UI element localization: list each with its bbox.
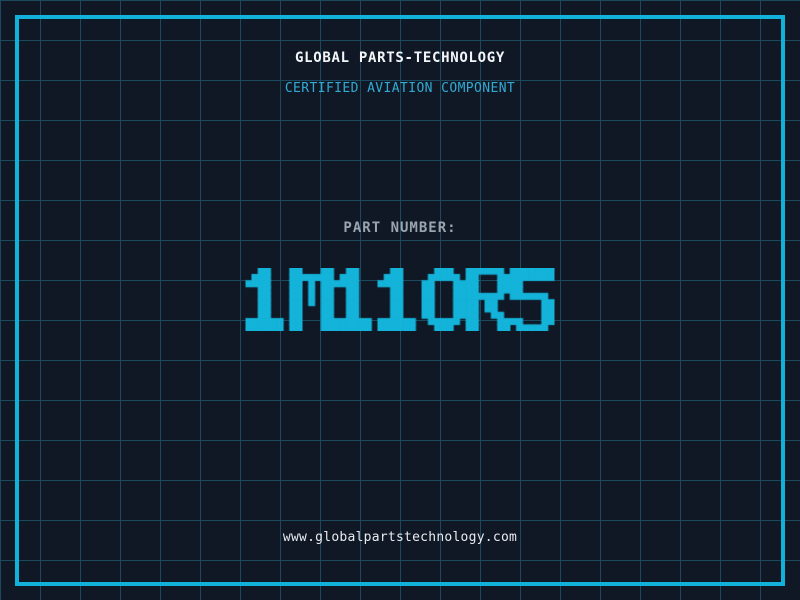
blueprint-background: GLOBAL PARTS-TECHNOLOGY CERTIFIED AVIATI… xyxy=(0,0,800,600)
part-number-label: PART NUMBER: xyxy=(343,220,457,236)
part-number-display xyxy=(245,268,555,331)
certification-subtitle: CERTIFIED AVIATION COMPONENT xyxy=(284,81,516,96)
website-url: www.globalpartstechnology.com xyxy=(282,530,518,545)
company-title: GLOBAL PARTS-TECHNOLOGY xyxy=(295,50,505,66)
